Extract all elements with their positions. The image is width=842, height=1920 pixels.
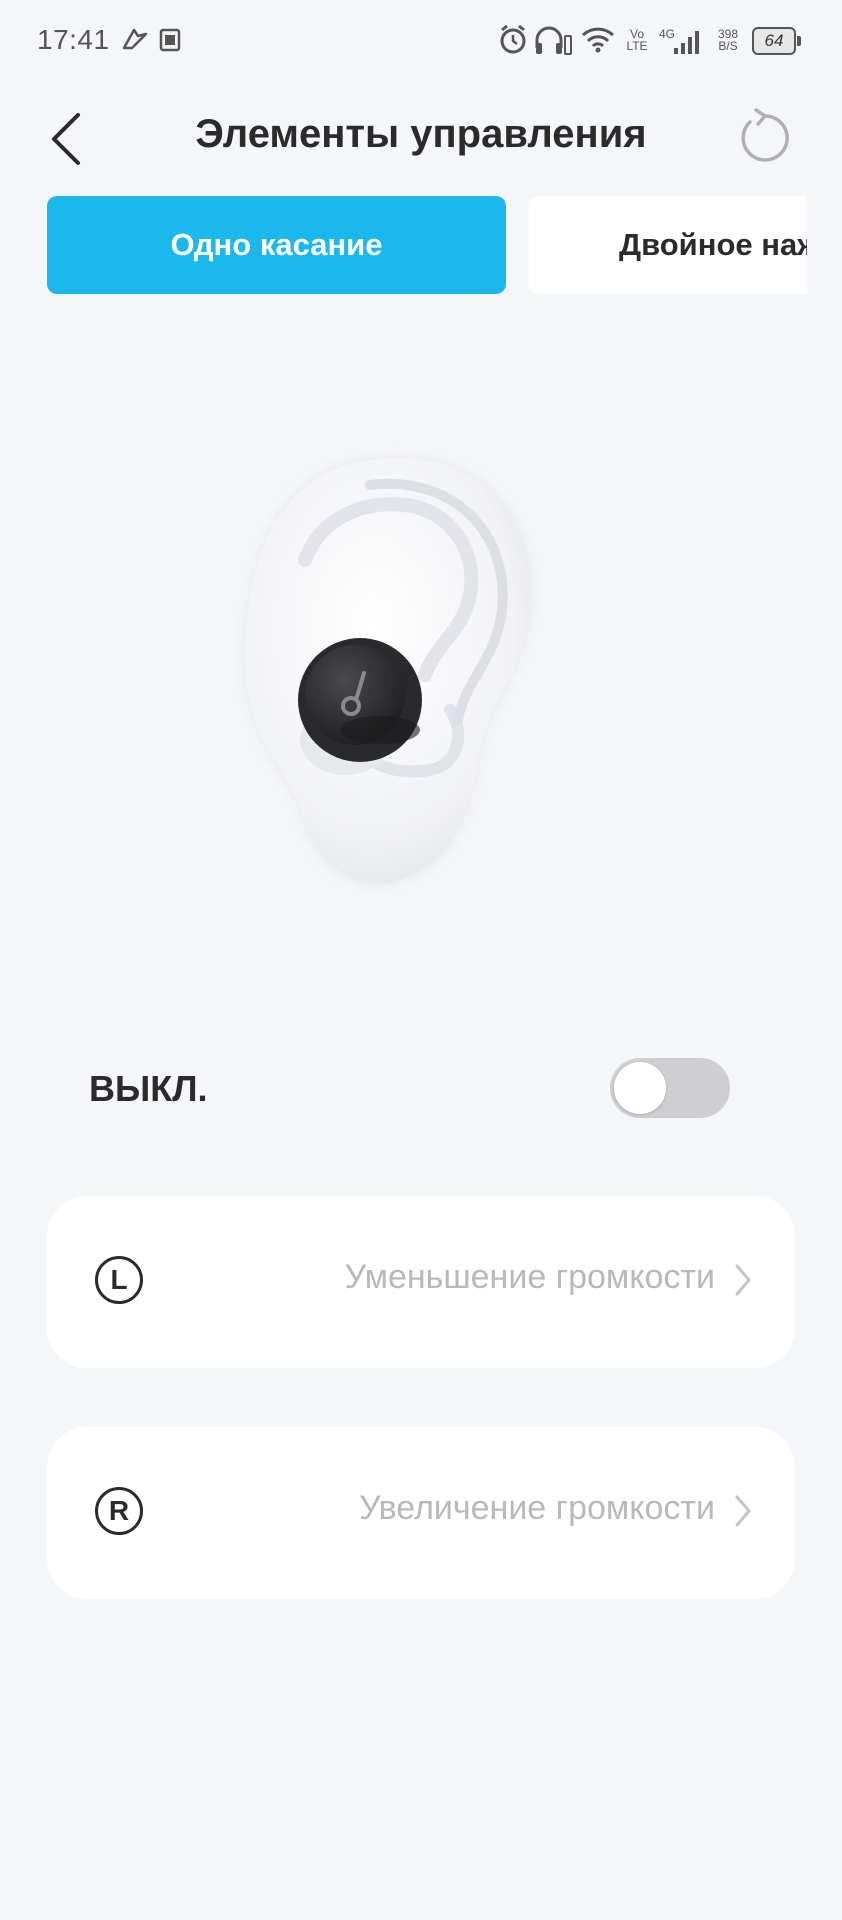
battery-level: 64 — [764, 31, 784, 50]
right-earbud-option[interactable]: R Увеличение громкости — [47, 1427, 795, 1599]
chevron-right-icon — [735, 1264, 751, 1296]
right-side-letter: R — [108, 1495, 130, 1526]
net-speed-unit: B/S — [718, 39, 738, 53]
page-title: Элементы управления — [195, 112, 647, 156]
left-earbud-option[interactable]: L Уменьшение громкости — [47, 1196, 795, 1368]
right-action-value: Увеличение громкости — [358, 1489, 715, 1527]
net-speed: 398 B/S — [711, 28, 745, 52]
right-side-icon: R — [95, 1487, 143, 1535]
tab-single-tap[interactable]: Одно касание — [47, 196, 506, 294]
volte-indicator: Vo LTE — [622, 28, 652, 52]
status-time: 17:41 — [37, 24, 110, 55]
chevron-right-icon — [735, 1495, 751, 1527]
toggle-knob — [614, 1062, 666, 1114]
toggle-state-label: ВЫКЛ. — [89, 1068, 208, 1109]
alarm-icon — [500, 24, 526, 54]
wifi-icon — [581, 27, 615, 53]
controls-toggle-switch[interactable] — [610, 1058, 730, 1118]
left-side-icon: L — [95, 1256, 143, 1304]
left-side-letter: L — [110, 1264, 128, 1295]
signal-icon — [674, 31, 699, 54]
status-bar: 17:41 Vo LTE 4G 398 B/S 64 — [0, 0, 842, 84]
reset-button[interactable] — [734, 104, 794, 168]
left-action-value: Уменьшение громкости — [344, 1258, 715, 1296]
headphones-icon — [535, 26, 572, 55]
brand-icon — [122, 28, 148, 50]
battery-icon: 64 — [752, 27, 801, 55]
ear-earbud-illustration — [244, 457, 531, 884]
calendar-icon — [159, 28, 181, 52]
volte-bottom: LTE — [626, 39, 648, 53]
control-tabs: Одно касание Двойное нажатие — [0, 196, 807, 294]
tab-double-tap[interactable]: Двойное нажатие — [529, 196, 807, 294]
reset-icon — [741, 108, 789, 162]
